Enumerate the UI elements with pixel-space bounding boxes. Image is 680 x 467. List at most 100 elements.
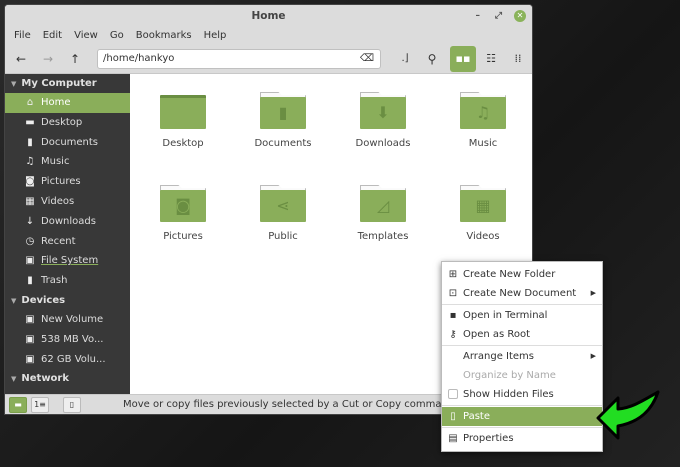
sidebar: ▼ My Computer ⌂ Home ▬ Desktop ▮ Documents ♫ Musi…: [5, 74, 130, 396]
menu-item-create-new-folder[interactable]: ⊞ Create New Folder: [442, 265, 602, 284]
menu-view[interactable]: View: [68, 27, 104, 45]
sidebar-section-header[interactable]: ▼ My Computer: [5, 74, 130, 93]
maximize-button[interactable]: ⤢: [495, 5, 502, 27]
collapse-triangle-icon[interactable]: ▼: [11, 375, 16, 383]
sidebar-item-new-volume[interactable]: ▣ New Volume: [5, 310, 130, 330]
toggle-sidebar-button[interactable]: ▯: [63, 397, 81, 413]
close-button[interactable]: ✕: [514, 10, 526, 22]
sidebar-item-recent[interactable]: ◷ Recent: [5, 232, 130, 252]
create-new-document-icon: ⊡: [448, 288, 458, 299]
submenu-arrow-icon: ▶: [590, 352, 596, 360]
back-button[interactable]: ←: [10, 49, 32, 69]
sidebar-item-trash[interactable]: ▮ Trash: [5, 271, 130, 291]
place-icon: ▣: [25, 333, 35, 345]
folder-item[interactable]: ⬇ Downloads: [338, 92, 428, 149]
menu-item-label: Create New Document: [463, 288, 577, 299]
menu-item-properties[interactable]: ▤ Properties: [442, 429, 602, 448]
sidebar-section-header[interactable]: ▼ Network: [5, 369, 130, 388]
toggle-location-icon[interactable]: .⌋: [394, 49, 416, 69]
icon-view-button[interactable]: ▪▪: [450, 46, 476, 72]
folder-body: ▦: [460, 190, 506, 222]
menu-edit[interactable]: Edit: [37, 27, 68, 45]
folder-body: ⋖: [260, 190, 306, 222]
folder-item[interactable]: Desktop: [138, 92, 228, 149]
menu-go[interactable]: Go: [104, 27, 130, 45]
collapse-triangle-icon[interactable]: ▼: [11, 297, 16, 305]
status-text: Move or copy files previously selected b…: [123, 399, 455, 410]
title-bar: Home – ⤢ ✕: [5, 5, 532, 27]
folder-item[interactable]: ◿ Templates: [338, 185, 428, 242]
show-treeview-button[interactable]: 1≡: [31, 397, 49, 413]
menu-file[interactable]: File: [8, 27, 37, 45]
show-places-button[interactable]: ▬: [9, 397, 27, 413]
folder-documents-icon: ▮: [260, 92, 306, 130]
place-icon: ⌂: [26, 97, 34, 108]
compact-view-button[interactable]: ⁞⁞: [505, 46, 531, 72]
folder-item[interactable]: ⋖ Public: [238, 185, 328, 242]
list-view-button[interactable]: ☷: [478, 46, 504, 72]
menu-item-paste[interactable]: ▯ Paste: [442, 407, 602, 426]
folder-label: Documents: [254, 138, 312, 149]
folder-videos-icon: ▦: [460, 185, 506, 223]
place-icon: ▣: [25, 313, 35, 325]
folder-public-icon: ⋖: [260, 185, 306, 223]
menu-help[interactable]: Help: [198, 27, 233, 45]
clear-location-icon[interactable]: ⌫: [360, 50, 374, 68]
folder-item[interactable]: ◙ Pictures: [138, 185, 228, 242]
sidebar-item-desktop[interactable]: ▬ Desktop: [5, 113, 130, 133]
open-as-root-icon: ⚷: [449, 329, 457, 340]
menu-bookmarks[interactable]: Bookmarks: [130, 27, 198, 45]
folder-item[interactable]: ♫ Music: [438, 92, 528, 149]
sidebar-item-538-mb-vo-[interactable]: ▣ 538 MB Vo...: [5, 330, 130, 350]
collapse-triangle-icon[interactable]: ▼: [11, 80, 16, 88]
menu-item-open-in-terminal[interactable]: ▪ Open in Terminal: [442, 306, 602, 325]
menu-item-organize-by-name: Organize by Name: [442, 366, 602, 385]
sidebar-item-videos[interactable]: ▦ Videos: [5, 192, 130, 212]
folder-body: [160, 95, 206, 129]
place-icon: ◙: [25, 176, 35, 188]
place-icon: ▬: [25, 116, 35, 128]
menu-item-create-new-document[interactable]: ⊡ Create New Document ▶: [442, 284, 602, 303]
minimize-button[interactable]: –: [476, 5, 481, 27]
search-icon[interactable]: ⚲: [421, 49, 443, 69]
location-bar[interactable]: /home/hankyo ⌫: [97, 49, 381, 69]
place-icon: ♫: [25, 156, 35, 168]
sidebar-item-downloads[interactable]: ↓ Downloads: [5, 212, 130, 232]
window-title: Home: [251, 10, 286, 22]
section-title: Devices: [21, 294, 66, 306]
place-icon: ▣: [25, 255, 35, 267]
menu-item-label: Paste: [463, 411, 490, 422]
sidebar-item-documents[interactable]: ▮ Documents: [5, 133, 130, 153]
sidebar-item-label: Downloads: [41, 215, 96, 227]
sidebar-item-file-system[interactable]: ▣ File System: [5, 251, 130, 271]
sidebar-section-header[interactable]: ▼ Devices: [5, 291, 130, 310]
context-menu: ⊞ Create New Folder ⊡ Create New Document ▶ ▪…: [441, 261, 603, 452]
up-button[interactable]: ↑: [64, 49, 86, 69]
folder-label: Videos: [466, 231, 500, 242]
sidebar-item-label: New Volume: [41, 313, 104, 325]
menu-item-open-as-root[interactable]: ⚷ Open as Root: [442, 325, 602, 344]
sidebar-item-home[interactable]: ⌂ Home: [5, 93, 130, 113]
menu-item-arrange-items[interactable]: Arrange Items ▶: [442, 347, 602, 366]
menu-bar: File Edit View Go Bookmarks Help: [5, 27, 532, 45]
section-title: Network: [21, 373, 70, 385]
menu-item-show-hidden-files[interactable]: Show Hidden Files: [442, 385, 602, 404]
menu-item-label: Properties: [463, 433, 514, 444]
sidebar-item-music[interactable]: ♫ Music: [5, 152, 130, 172]
folder-label: Desktop: [162, 138, 204, 149]
checkbox-box[interactable]: [448, 389, 458, 399]
menu-separator: [442, 427, 602, 428]
folder-item[interactable]: ▦ Videos: [438, 185, 528, 242]
sidebar-item-62-gb-volu-[interactable]: ▣ 62 GB Volu...: [5, 350, 130, 370]
folder-body: ◿: [360, 190, 406, 222]
section-title: My Computer: [21, 78, 97, 89]
sidebar-item-label: Documents: [41, 136, 99, 148]
sidebar-item-label: Home: [41, 97, 71, 108]
place-icon: ▦: [25, 195, 35, 207]
forward-button[interactable]: →: [37, 49, 59, 69]
folder-desktop-icon: [160, 92, 206, 130]
folder-item[interactable]: ▮ Documents: [238, 92, 328, 149]
place-icon: ↓: [25, 215, 35, 227]
sidebar-item-pictures[interactable]: ◙ Pictures: [5, 172, 130, 192]
checkbox[interactable]: [447, 385, 459, 404]
